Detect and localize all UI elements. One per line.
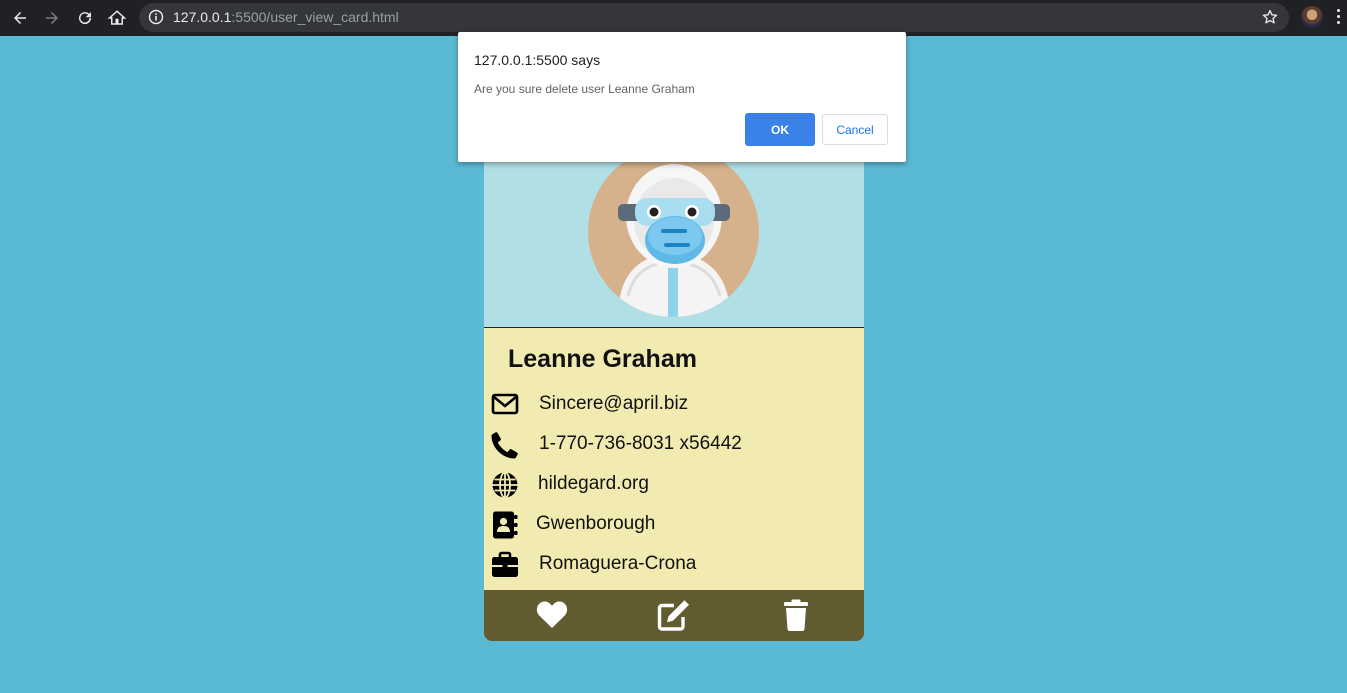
- card-actions: [484, 590, 864, 641]
- card-header: [484, 150, 864, 328]
- email-text: Sincere@april.biz: [539, 393, 689, 414]
- heart-icon[interactable]: [535, 598, 569, 632]
- envelope-icon: [491, 393, 519, 415]
- url-text[interactable]: 127.0.0.1:5500/user_view_card.html: [173, 9, 399, 25]
- bookmark-star-icon[interactable]: [1261, 8, 1279, 26]
- browser-menu-button[interactable]: [1336, 9, 1342, 27]
- city-row: Gwenborough: [484, 511, 864, 541]
- confirm-dialog: 127.0.0.1:5500 says Are you sure delete …: [458, 32, 906, 162]
- address-bar[interactable]: 127.0.0.1:5500/user_view_card.html: [139, 3, 1289, 32]
- profile-avatar[interactable]: [1301, 6, 1323, 28]
- url-path: :5500/user_view_card.html: [231, 9, 399, 25]
- home-icon: [108, 10, 126, 25]
- cancel-button[interactable]: Cancel: [822, 114, 888, 145]
- phone-row: 1-770-736-8031 x56442: [484, 431, 864, 461]
- email-row: Sincere@april.biz: [484, 391, 864, 421]
- user-avatar: [588, 150, 759, 317]
- briefcase-icon: [492, 551, 518, 577]
- website-text: hildegard.org: [538, 473, 649, 494]
- arrow-right-icon: [46, 12, 58, 24]
- edit-icon[interactable]: [657, 598, 691, 632]
- ok-button[interactable]: OK: [745, 113, 815, 146]
- phone-text: 1-770-736-8031 x56442: [539, 433, 742, 454]
- website-row: hildegard.org: [484, 471, 864, 501]
- url-host: 127.0.0.1: [173, 9, 232, 25]
- user-card: Leanne Graham Sincere@april.biz 1-770-73…: [484, 150, 864, 641]
- user-name: Leanne Graham: [508, 345, 697, 373]
- reload-button[interactable]: [73, 6, 97, 30]
- hazmat-avatar-icon: [618, 164, 730, 317]
- phone-icon: [491, 432, 518, 459]
- arrow-left-icon: [14, 12, 26, 24]
- globe-icon: [492, 471, 518, 499]
- city-text: Gwenborough: [536, 513, 656, 534]
- company-row: Romaguera-Crona: [484, 551, 864, 581]
- home-button[interactable]: [105, 6, 129, 30]
- info-icon[interactable]: [148, 9, 164, 25]
- dialog-origin: 127.0.0.1:5500 says: [474, 52, 601, 68]
- company-text: Romaguera-Crona: [539, 553, 697, 574]
- trash-icon[interactable]: [779, 598, 813, 632]
- dialog-message: Are you sure delete user Leanne Graham: [474, 82, 695, 96]
- browser-toolbar: 127.0.0.1:5500/user_view_card.html: [0, 0, 1347, 36]
- forward-button[interactable]: [40, 6, 64, 30]
- card-details: Leanne Graham Sincere@april.biz 1-770-73…: [484, 328, 864, 590]
- reload-icon: [79, 12, 92, 25]
- back-button[interactable]: [8, 6, 32, 30]
- address-book-icon: [493, 511, 518, 539]
